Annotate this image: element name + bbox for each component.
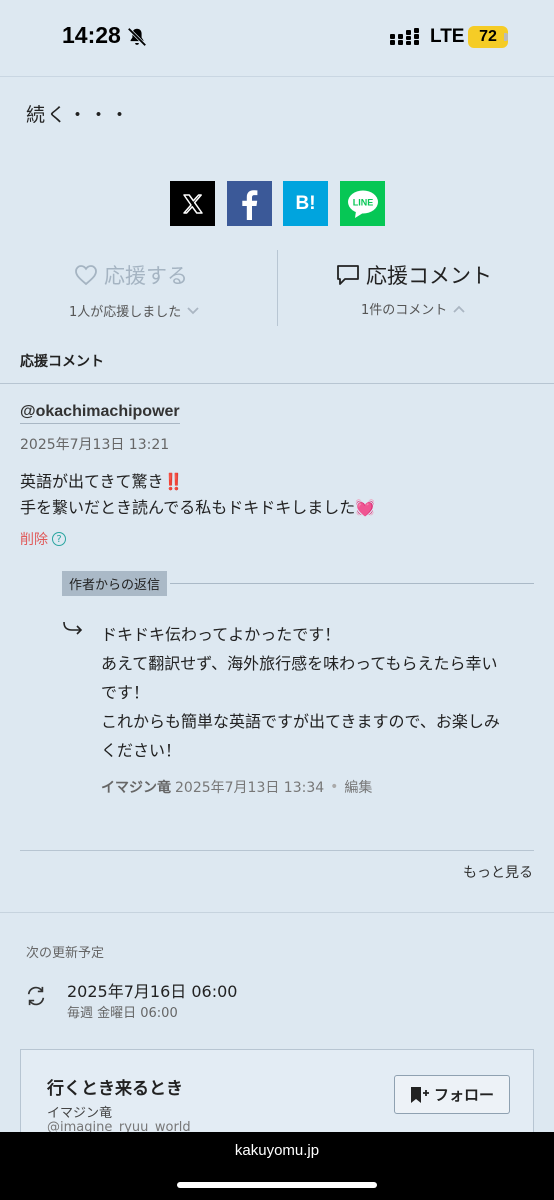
line-logo-text: LINE [352,197,373,207]
follow-button[interactable]: フォロー [394,1075,510,1114]
edit-reply-link[interactable]: 編集 [344,777,372,797]
top-divider [0,76,554,77]
reply-arrow-icon [63,621,83,635]
chevron-down-icon [187,306,199,314]
cheer-count-text: 1人が応援しました [69,305,182,320]
comment-line: 手を繋いだとき読んでる私もドキドキしました💓 [20,498,376,517]
section-separator [0,912,554,913]
cheer-count-toggle[interactable]: 1人が応援しました [69,301,199,320]
next-update-label: 次の更新予定 [26,946,105,961]
browser-bottom-bar: kakuyomu.jp [0,1132,554,1200]
share-line-button[interactable]: LINE [340,181,385,226]
work-title-link[interactable]: 行くとき来るとき [47,1074,183,1099]
reply-line: ドキドキ伝わってよかったです！ [101,625,341,644]
next-update-date: 2025年7月16日 06:00 [67,982,238,1001]
cheer-button[interactable]: 応援する [74,260,188,290]
cheer-comment-button[interactable]: 応援コメント [336,260,492,290]
section-divider [0,383,554,384]
reply-line: これからも簡単な英語ですが出てきますので、お楽しみ [101,712,500,731]
bookmark-plus-icon [410,1086,429,1103]
reply-line: あえて翻訳せず、海外旅行感を味わってもらえたら幸い [101,654,498,673]
comment-date: 2025年7月13日 13:21 [20,437,170,453]
home-indicator[interactable] [177,1182,377,1188]
cheer-button-label: 応援する [104,264,188,288]
comment-user-link[interactable]: @okachimachipower [20,403,180,424]
bell-muted-icon [127,27,147,47]
help-icon[interactable]: ? [52,532,66,546]
share-facebook-button[interactable] [227,181,272,226]
comment-line: 英語が出てきて驚き‼️ [20,472,184,491]
reply-date: 2025年7月13日 13:34 [175,780,325,796]
vertical-divider [277,250,278,326]
battery-tip [504,33,508,41]
reply-line: です！ [101,683,150,702]
delete-label: 削除 [20,532,48,548]
speech-bubble-icon [337,265,359,285]
chevron-up-icon [453,305,465,313]
facebook-logo-icon [241,189,257,220]
refresh-icon [27,986,45,1006]
share-x-button[interactable] [170,181,215,226]
battery-indicator: 72 [468,26,508,48]
reply-divider [170,583,534,584]
comments-section-title: 応援コメント [20,354,104,370]
status-bar: 14:28 LTE 72 [0,0,554,76]
cheer-comment-label: 応援コメント [366,264,492,288]
share-hatena-button[interactable]: B! [283,181,328,226]
status-time: 14:28 [62,22,121,48]
author-reply-label: 作者からの返信 [62,571,168,596]
reply-line: ください！ [101,741,182,760]
reply-meta: イマジン竜 2025年7月13日 13:34 • 編集 [101,777,372,797]
show-more-link[interactable]: もっと見る [463,862,533,882]
delete-comment-link[interactable]: 削除 ? [20,529,66,549]
comment-count-text: 1件のコメント [361,303,448,318]
next-update-schedule: 毎週 金曜日 06:00 [67,1006,178,1021]
network-type: LTE [430,26,465,47]
work-author[interactable]: イマジン竜 [47,1102,112,1121]
signal-icon [390,28,419,45]
follow-label: フォロー [433,1086,494,1104]
comment-body: 英語が出てきて驚き‼️ 手を繋いだとき読んでる私もドキドキしました💓 [20,469,540,521]
more-divider [20,850,534,851]
comment-count-toggle[interactable]: 1件のコメント [361,299,465,318]
heart-icon [75,265,97,286]
dot-separator: • [330,779,339,795]
x-logo-icon [182,193,203,214]
reply-body: ドキドキ伝わってよかったです！ あえて翻訳せず、海外旅行感を味わってもらえたら幸… [101,620,541,765]
url-bar[interactable]: kakuyomu.jp [0,1142,554,1159]
reply-author-link[interactable]: イマジン竜 [101,777,171,797]
line-logo-icon: LINE [347,190,378,218]
continues-text: 続く・・・ [26,104,132,126]
